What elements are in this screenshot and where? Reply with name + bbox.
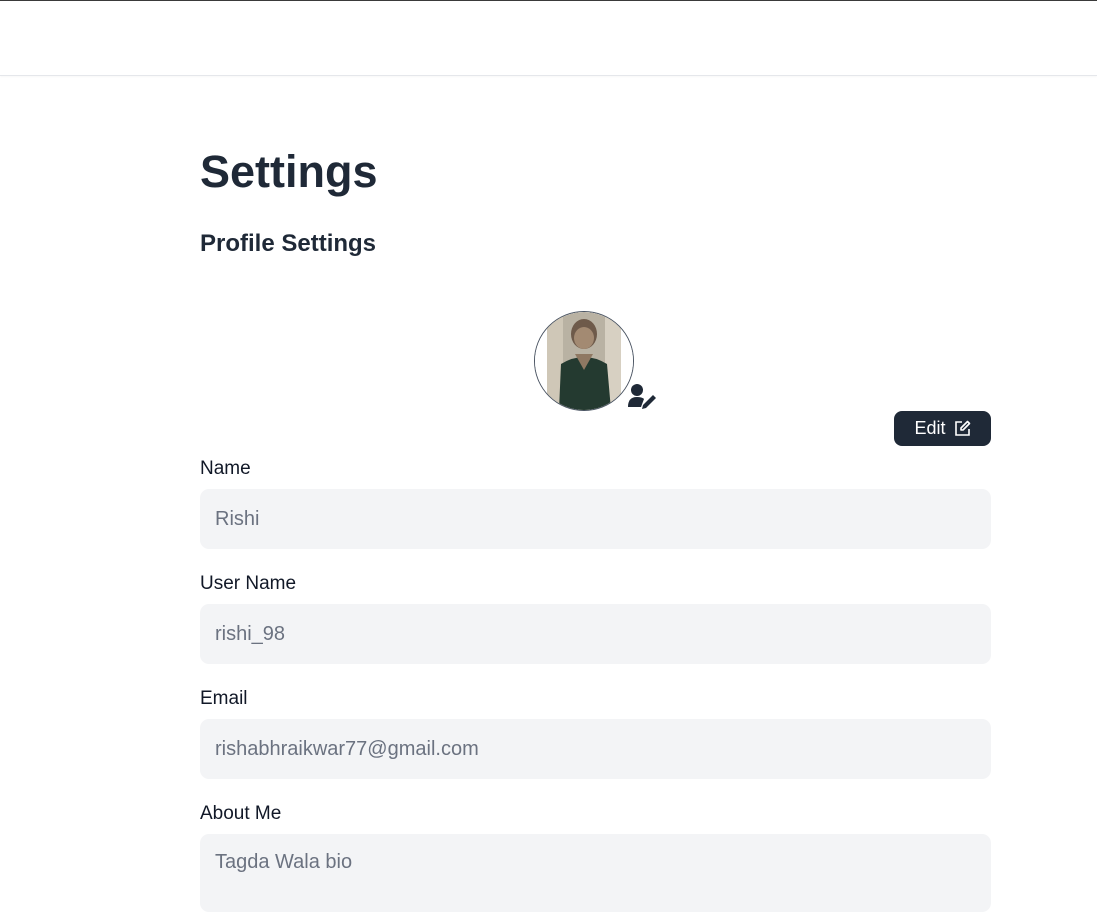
about-me-textarea[interactable]: Tagda Wala bio [200, 834, 991, 912]
about-me-label: About Me [200, 803, 282, 824]
username-field[interactable] [200, 604, 991, 664]
username-label: User Name [200, 573, 297, 594]
avatar[interactable] [534, 311, 634, 411]
edit-profile-button[interactable]: Edit [894, 411, 991, 446]
name-label: Name [200, 458, 251, 479]
user-edit-icon[interactable] [628, 383, 658, 409]
email-field[interactable] [200, 719, 991, 779]
email-label: Email [200, 688, 248, 709]
top-navbar [0, 1, 1097, 76]
page-title: Settings [200, 146, 378, 197]
section-title: Profile Settings [200, 230, 377, 257]
edit-button-label: Edit [914, 418, 946, 438]
name-field[interactable] [200, 489, 991, 549]
pencil-square-icon [954, 420, 970, 436]
avatar-photo [535, 312, 633, 410]
